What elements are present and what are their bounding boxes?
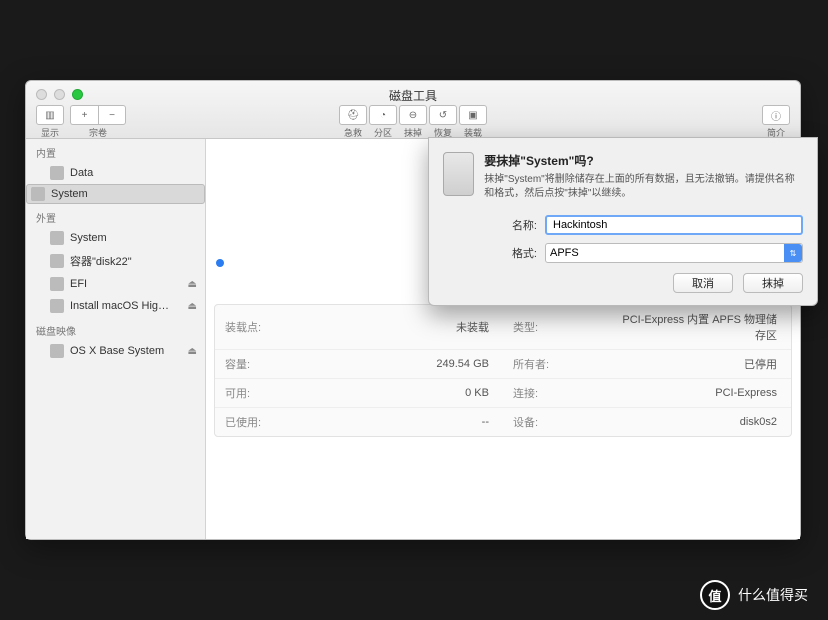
sidebar-item-disk22[interactable]: 容器"disk22": [26, 249, 205, 273]
watermark: 值 什么值得买: [700, 580, 808, 610]
dialog-message: 抹掉"System"将删除储存在上面的所有数据，且无法撤销。请提供名称和格式，然…: [484, 173, 803, 201]
disk-icon: [50, 166, 64, 180]
volume-remove-button[interactable]: −: [98, 105, 126, 125]
disk-utility-window: 磁盘工具 ▥ 显示 + − 宗卷 ⛑急救 ◔分区 ⊖抹掉 ↺恢复 ▣装载 ⓘ简介: [25, 80, 801, 540]
erase-button[interactable]: ⊖: [399, 105, 427, 125]
volume-label: 宗卷: [89, 126, 107, 139]
table-row: 可用:0 KB连接:PCI-Express: [215, 379, 791, 408]
chevron-updown-icon: ⇅: [784, 244, 802, 262]
mount-button[interactable]: ▣: [459, 105, 487, 125]
disk-icon: [50, 231, 64, 245]
harddrive-icon: [443, 152, 474, 196]
titlebar: 磁盘工具 ▥ 显示 + − 宗卷 ⛑急救 ◔分区 ⊖抹掉 ↺恢复 ▣装载 ⓘ简介: [26, 81, 800, 139]
sidebar-item-data[interactable]: Data: [26, 162, 205, 184]
cancel-button[interactable]: 取消: [673, 273, 733, 293]
sidebar: 内置 Data System 外置 System 容器"disk22" EFI⏏…: [26, 139, 206, 539]
sidebar-item-efi[interactable]: EFI⏏: [26, 273, 205, 295]
table-row: 装载点:未装载类型:PCI-Express 内置 APFS 物理储存区: [215, 305, 791, 350]
table-row: 容量:249.54 GB所有者:已停用: [215, 350, 791, 379]
erase-dialog: 要抹掉"System"吗? 抹掉"System"将删除储存在上面的所有数据，且无…: [428, 137, 818, 306]
table-row: 已使用:--设备:disk0s2: [215, 408, 791, 437]
sidebar-item-installer[interactable]: Install macOS Hig…⏏: [26, 295, 205, 317]
format-value: APFS: [550, 247, 579, 259]
info-button[interactable]: ⓘ: [762, 105, 790, 125]
disk-icon: [50, 254, 64, 268]
eject-icon[interactable]: ⏏: [188, 279, 197, 290]
disk-icon: [50, 344, 64, 358]
format-label: 格式:: [497, 245, 537, 261]
restore-button[interactable]: ↺: [429, 105, 457, 125]
window-title: 磁盘工具: [26, 87, 800, 104]
disk-icon: [50, 299, 64, 313]
sidebar-header-images: 磁盘映像: [26, 317, 205, 340]
eject-icon[interactable]: ⏏: [188, 346, 197, 357]
brand-icon: 值: [700, 580, 730, 610]
sidebar-item-ext-system[interactable]: System: [26, 227, 205, 249]
name-label: 名称:: [497, 217, 537, 233]
partition-button[interactable]: ◔: [369, 105, 397, 125]
toolbar-center: ⛑急救 ◔分区 ⊖抹掉 ↺恢复 ▣装载: [339, 105, 487, 139]
firstaid-button[interactable]: ⛑: [339, 105, 367, 125]
toolbar-left: ▥ 显示 + − 宗卷: [36, 105, 126, 139]
sidebar-header-internal: 内置: [26, 139, 205, 162]
info-panel: 装载点:未装载类型:PCI-Express 内置 APFS 物理储存区 容量:2…: [214, 304, 792, 437]
eject-icon[interactable]: ⏏: [188, 301, 197, 312]
view-label: 显示: [41, 126, 59, 139]
format-select[interactable]: APFS ⇅: [545, 243, 803, 263]
sidebar-header-external: 外置: [26, 204, 205, 227]
dialog-title: 要抹掉"System"吗?: [484, 152, 803, 169]
sidebar-item-basesystem[interactable]: OS X Base System⏏: [26, 340, 205, 362]
name-input[interactable]: [545, 215, 803, 235]
brand-text: 什么值得买: [738, 585, 808, 605]
window-body: 内置 Data System 外置 System 容器"disk22" EFI⏏…: [26, 139, 800, 539]
info-table: 装载点:未装载类型:PCI-Express 内置 APFS 物理储存区 容量:2…: [215, 305, 791, 436]
usage-indicator: [216, 259, 224, 267]
view-button[interactable]: ▥: [36, 105, 64, 125]
erase-confirm-button[interactable]: 抹掉: [743, 273, 803, 293]
sidebar-item-system[interactable]: System: [26, 184, 205, 204]
volume-add-button[interactable]: +: [70, 105, 98, 125]
dot-icon: [216, 259, 224, 267]
disk-icon: [31, 187, 45, 201]
main-content: 249.54 GB 装载点:未装载类型:PCI-Express 内置 APFS …: [206, 139, 800, 539]
disk-icon: [50, 277, 64, 291]
